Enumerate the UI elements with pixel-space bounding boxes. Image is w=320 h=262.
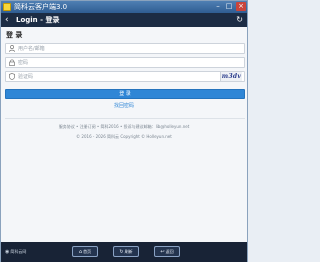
copyright-text: © 2016 - 2026 简科云 Copyright © Holleyun.n… [76, 134, 172, 139]
refresh-icon[interactable]: ↻ [236, 14, 243, 26]
home-button-label: 首页 [83, 249, 92, 254]
page-header: ‹ Login - 登录 ↻ [1, 13, 247, 27]
home-site-link[interactable]: ◉简科云网 [5, 248, 26, 256]
home-button[interactable]: ⌂首页 [72, 246, 98, 257]
password-field[interactable] [5, 57, 245, 68]
refresh-button-label: 刷新 [124, 249, 133, 254]
home-icon: ⌂ [78, 249, 83, 255]
close-button[interactable]: × [236, 2, 246, 11]
login-section-title: 登 录 [6, 31, 23, 39]
back-arrow-icon[interactable]: ‹ [5, 14, 9, 26]
back-icon: ↩ [160, 249, 165, 255]
bottom-bar: ◉简科云网 ⌂首页 ↻刷新 ↩返回 [1, 242, 247, 262]
title-bar[interactable]: 简科云客户端3.0 – □ × [1, 1, 247, 13]
captcha-input[interactable] [18, 72, 218, 81]
username-field[interactable] [5, 43, 245, 54]
window-title: 简科云客户端3.0 [14, 3, 68, 11]
app-window: 简科云客户端3.0 – □ × ‹ Login - 登录 ↻ 登 录 m3dv … [0, 0, 248, 262]
divider [5, 118, 245, 119]
app-logo-icon [3, 3, 11, 11]
back-button-label: 返回 [165, 249, 174, 254]
username-input[interactable] [18, 44, 218, 53]
footer-links[interactable]: 服务协议 • 注册订阅 • 简科2016 • 投诉与建议邮箱：lib@holle… [1, 124, 247, 130]
captcha-field[interactable]: m3dv [5, 71, 245, 82]
captcha-image[interactable]: m3dv [220, 72, 242, 81]
home-site-label: 简科云网 [10, 249, 27, 254]
page-title: Login - 登录 [16, 16, 60, 24]
minimize-button[interactable]: – [213, 2, 223, 11]
refresh-small-icon: ↻ [119, 249, 124, 255]
globe-icon: ◉ [5, 249, 10, 255]
lock-icon [9, 59, 15, 69]
forgot-password-link[interactable]: 找回密码 [1, 102, 247, 109]
back-button[interactable]: ↩返回 [154, 246, 180, 257]
login-button[interactable]: 登 录 [5, 89, 245, 99]
shield-icon [9, 73, 15, 83]
password-input[interactable] [18, 58, 218, 67]
maximize-button[interactable]: □ [224, 2, 234, 11]
user-icon [9, 45, 15, 55]
refresh-button[interactable]: ↻刷新 [113, 246, 139, 257]
